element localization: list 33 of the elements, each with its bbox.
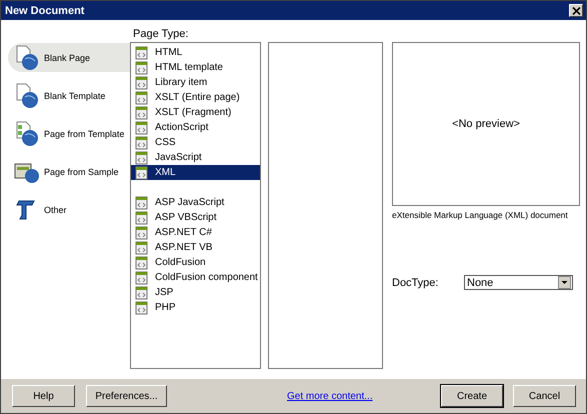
list-item[interactable]: XSLT (Entire page) [131,90,260,105]
list-item[interactable]: Library item [131,75,260,90]
page-type-label: Page Type: [132,27,190,42]
list-item[interactable]: ASP.NET C# [131,225,260,240]
list-item[interactable]: ColdFusion component [131,270,260,285]
list-item[interactable]: HTML template [131,60,260,75]
preview-text: <No preview> [452,118,520,130]
doctype-dropdown[interactable]: None [464,275,573,290]
get-more-content-link[interactable]: Get more content... [287,390,373,402]
description-text: eXtensible Markup Language (XML) document [392,210,568,220]
doctype-label: DocType: [392,276,440,288]
list-item[interactable]: JavaScript [131,150,260,165]
category-item[interactable]: Page from Template [8,119,130,148]
list-item[interactable]: ActionScript [131,120,260,135]
category-item[interactable]: Blank Template [8,81,130,110]
list-item[interactable]: ASP.NET VB [131,240,260,255]
list-item[interactable]: PHP [131,300,260,315]
category-item[interactable]: Other [8,195,130,224]
preferences-button[interactable]: Preferences... [86,385,167,407]
list-item[interactable]: ASP JavaScript [131,195,260,210]
list-item[interactable]: XML [131,165,260,180]
cancel-button[interactable]: Cancel [513,385,576,407]
category-item[interactable]: Blank Page [8,43,130,72]
list-item[interactable]: CSS [131,135,260,150]
list-item[interactable]: ASP VBScript [131,210,260,225]
create-button[interactable]: Create [441,385,503,407]
list-item[interactable]: ColdFusion [131,255,260,270]
list-item[interactable]: JSP [131,285,260,300]
help-button[interactable]: Help [12,385,75,407]
list-item[interactable]: HTML [131,45,260,60]
category-item[interactable]: Page from Sample [8,157,130,186]
window-title: New Document [5,4,84,16]
list-item[interactable]: XSLT (Fragment) [131,105,260,120]
